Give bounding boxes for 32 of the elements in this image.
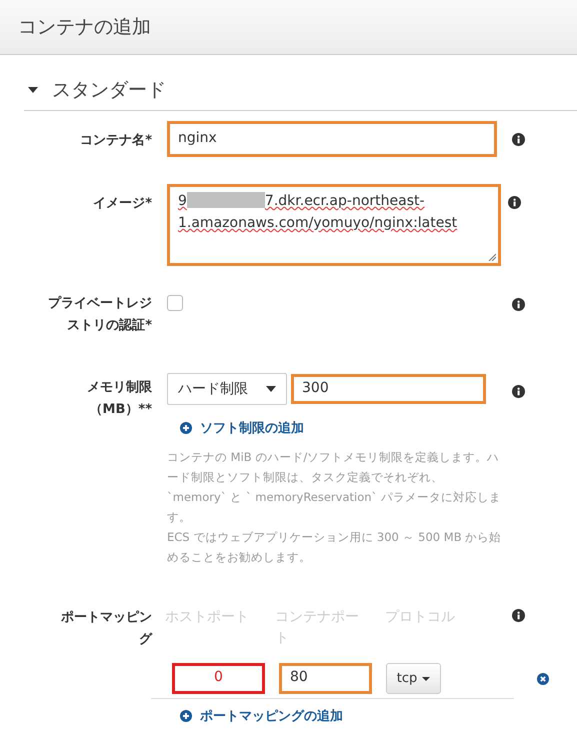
- info-icon[interactable]: [512, 298, 525, 311]
- field-label: イメージ*: [92, 195, 152, 213]
- help-text: ECS ではウェブアプリケーション用に 300 ～ 500 MB から始めることをお勧めします。: [167, 529, 502, 566]
- field-label: コンテナ名*: [79, 132, 152, 150]
- field-label: プライベートレジストリの認証*: [47, 294, 152, 335]
- add-port-mapping-link[interactable]: ポートマッピングの追加: [180, 707, 343, 725]
- info-icon[interactable]: [512, 385, 525, 398]
- help-text: コンテナの MiB のハード/ソフトメモリ制限を定義します。ハード制限とソフト制限は、タスク定義でそれぞれ、`memory` と ` memoryReservation` パラメータに対応します。: [167, 449, 502, 526]
- section-header[interactable]: スタンダード: [24, 56, 577, 111]
- info-icon[interactable]: [512, 609, 525, 622]
- field-label: （MB）**: [90, 401, 152, 419]
- plus-icon: [180, 422, 192, 434]
- add-soft-limit-link[interactable]: ソフト制限の追加: [180, 419, 304, 437]
- section-title: スタンダード: [52, 78, 166, 102]
- input-field[interactable]: 0: [172, 663, 265, 694]
- remove-icon[interactable]: [537, 672, 549, 684]
- input-field[interactable]: 300: [291, 374, 486, 404]
- info-icon[interactable]: [508, 196, 521, 209]
- checkbox[interactable]: [167, 295, 183, 311]
- page-title: コンテナの追加: [18, 15, 151, 40]
- info-icon[interactable]: [512, 133, 525, 146]
- plus-icon: [180, 710, 192, 722]
- image-uri: 9 7.dkr.ecr.ap-northeast-1.amazonaws.com/yomuyo/nginx:latest: [178, 193, 458, 231]
- input-field[interactable]: 80: [279, 663, 372, 694]
- field-label: メモリ制限: [87, 379, 152, 397]
- text-area[interactable]: 9 7.dkr.ecr.ap-northeast-1.amazonaws.com/yomuyo/nginx:latest: [167, 184, 501, 266]
- caret-icon: [28, 86, 38, 92]
- resize-grip-icon[interactable]: [488, 253, 496, 261]
- limit-select[interactable]: ハード制限: [167, 373, 287, 405]
- protocol-dropdown[interactable]: tcp: [386, 663, 441, 694]
- input-field[interactable]: nginx: [167, 121, 497, 157]
- field-label: ポートマッピング: [60, 609, 152, 649]
